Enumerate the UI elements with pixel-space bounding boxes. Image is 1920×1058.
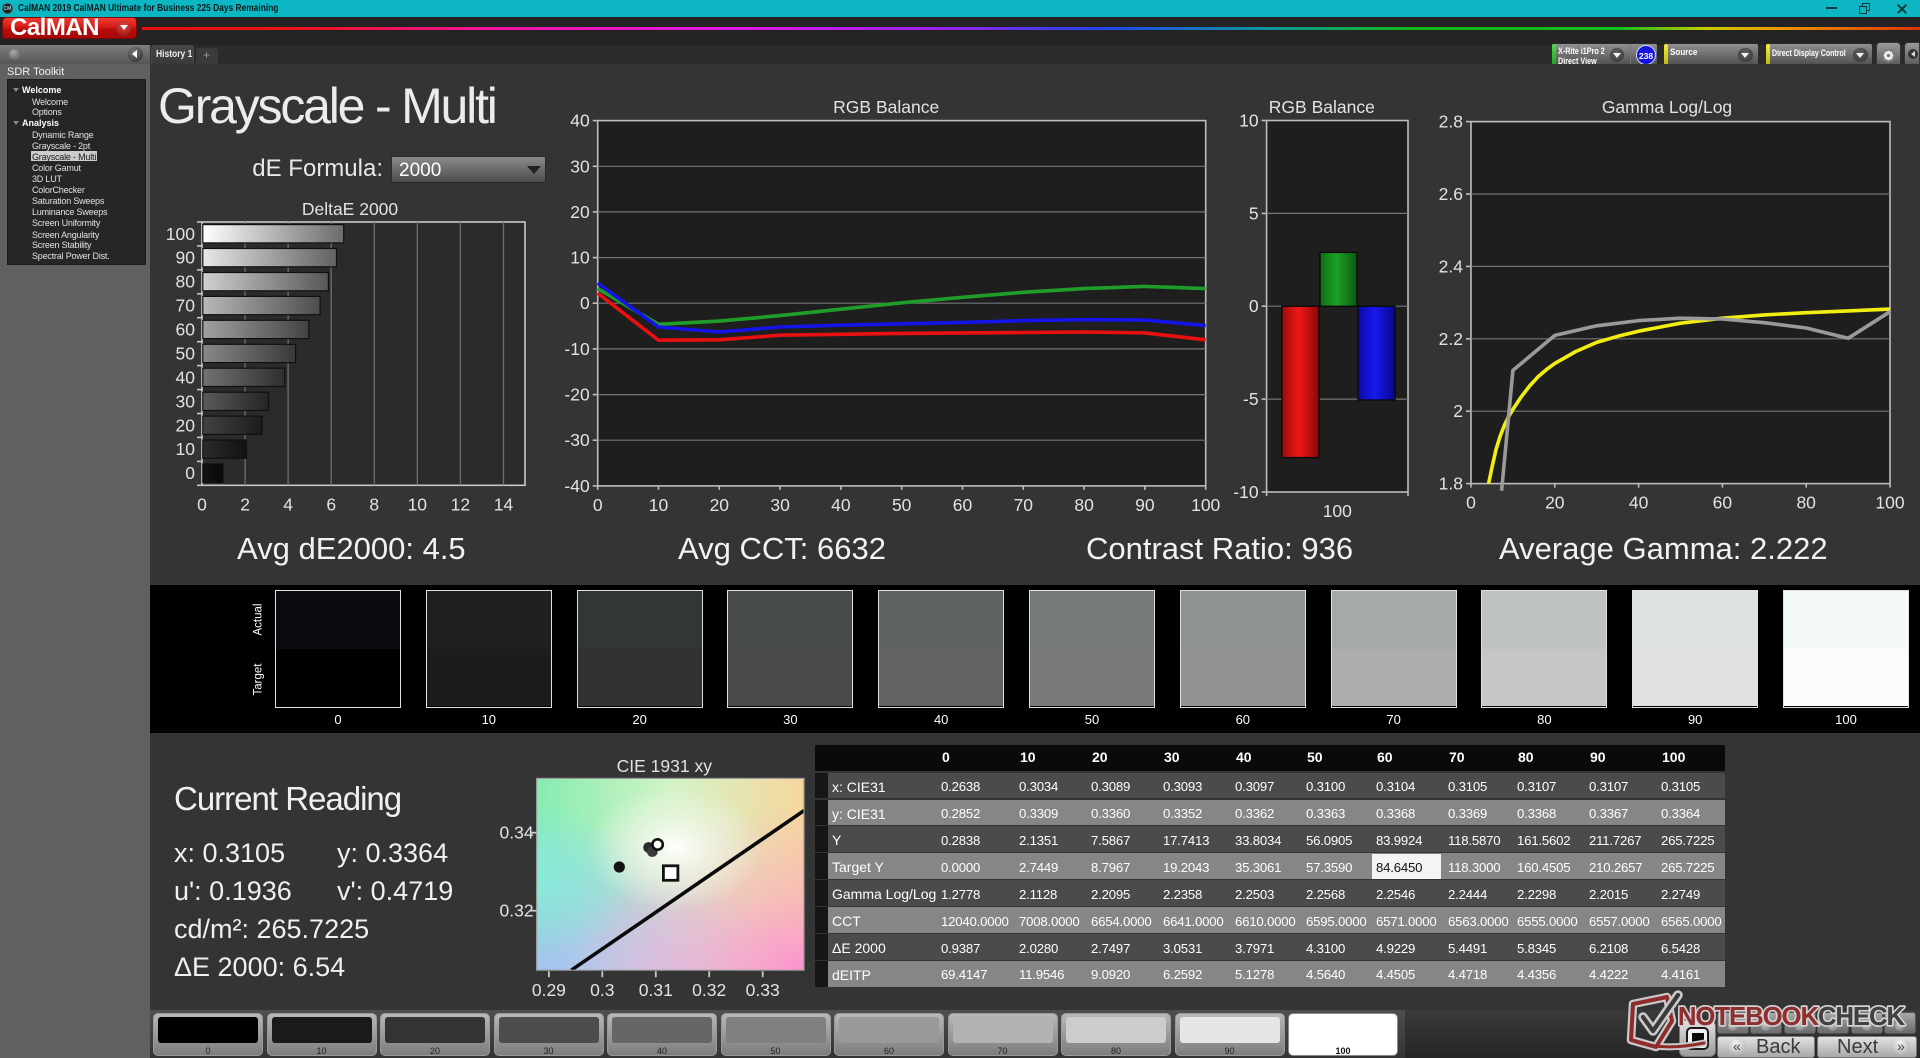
svg-text:10: 10 xyxy=(176,439,196,459)
svg-text:-5: -5 xyxy=(1243,389,1259,409)
svg-text:-30: -30 xyxy=(564,430,590,450)
svg-text:2: 2 xyxy=(240,494,250,514)
svg-text:0.32: 0.32 xyxy=(692,980,726,1000)
svg-text:0: 0 xyxy=(593,495,603,515)
svg-text:60: 60 xyxy=(176,320,196,340)
svg-text:100: 100 xyxy=(1323,501,1352,520)
svg-text:0.29: 0.29 xyxy=(532,980,566,1000)
svg-text:4: 4 xyxy=(283,494,293,514)
svg-text:10: 10 xyxy=(649,495,669,515)
svg-text:12: 12 xyxy=(451,494,470,514)
svg-text:-40: -40 xyxy=(564,476,590,496)
svg-text:1.8: 1.8 xyxy=(1439,474,1463,494)
svg-text:80: 80 xyxy=(1074,495,1094,515)
svg-text:-10: -10 xyxy=(1233,482,1259,502)
svg-text:100: 100 xyxy=(166,224,195,244)
svg-text:5: 5 xyxy=(1249,203,1259,223)
svg-text:RGB Balance: RGB Balance xyxy=(833,97,939,117)
svg-text:30: 30 xyxy=(570,156,590,176)
svg-text:20: 20 xyxy=(176,415,196,435)
svg-text:20: 20 xyxy=(1545,493,1565,513)
svg-text:10: 10 xyxy=(570,248,590,268)
svg-text:20: 20 xyxy=(710,495,730,515)
svg-text:2: 2 xyxy=(1453,401,1463,421)
svg-text:2.2: 2.2 xyxy=(1439,329,1463,349)
svg-text:8: 8 xyxy=(369,494,379,514)
svg-text:NOTEBOOK: NOTEBOOK xyxy=(1678,1003,1820,1031)
svg-text:0.32: 0.32 xyxy=(500,901,534,921)
svg-text:Gamma Log/Log: Gamma Log/Log xyxy=(1602,97,1732,117)
svg-text:2.8: 2.8 xyxy=(1439,112,1463,132)
svg-text:-20: -20 xyxy=(564,385,590,405)
svg-text:2.4: 2.4 xyxy=(1439,256,1464,276)
svg-text:0.33: 0.33 xyxy=(746,980,780,1000)
svg-text:100: 100 xyxy=(1875,493,1904,513)
svg-text:0: 0 xyxy=(185,463,195,483)
svg-text:0.31: 0.31 xyxy=(639,980,673,1000)
svg-text:40: 40 xyxy=(570,111,590,131)
svg-text:50: 50 xyxy=(892,495,912,515)
svg-text:10: 10 xyxy=(408,494,428,514)
svg-text:50: 50 xyxy=(176,343,196,363)
svg-text:60: 60 xyxy=(1713,493,1733,513)
svg-text:0: 0 xyxy=(1466,493,1476,513)
svg-text:80: 80 xyxy=(176,272,196,292)
svg-text:DeltaE 2000: DeltaE 2000 xyxy=(302,199,399,219)
svg-text:90: 90 xyxy=(176,248,196,268)
svg-text:0: 0 xyxy=(197,494,207,514)
svg-text:-10: -10 xyxy=(564,339,590,359)
svg-text:80: 80 xyxy=(1796,493,1816,513)
svg-text:30: 30 xyxy=(176,391,196,411)
svg-text:90: 90 xyxy=(1135,495,1155,515)
svg-text:0: 0 xyxy=(1249,296,1259,316)
svg-text:6: 6 xyxy=(326,494,336,514)
svg-text:70: 70 xyxy=(1014,495,1034,515)
svg-text:0.34: 0.34 xyxy=(500,823,534,843)
svg-text:60: 60 xyxy=(953,495,973,515)
svg-text:100: 100 xyxy=(1191,495,1220,515)
svg-text:10: 10 xyxy=(1239,111,1259,131)
svg-text:30: 30 xyxy=(770,495,790,515)
svg-text:40: 40 xyxy=(1629,493,1649,513)
svg-text:CIE 1931 xy: CIE 1931 xy xyxy=(617,756,713,776)
svg-text:20: 20 xyxy=(570,202,590,222)
svg-text:RGB Balance: RGB Balance xyxy=(1269,97,1375,117)
svg-text:CHECK: CHECK xyxy=(1818,1003,1906,1031)
svg-text:2.6: 2.6 xyxy=(1439,184,1463,204)
svg-text:0.3: 0.3 xyxy=(590,980,614,1000)
svg-text:0: 0 xyxy=(580,293,590,313)
svg-text:40: 40 xyxy=(176,367,196,387)
svg-text:14: 14 xyxy=(494,494,514,514)
svg-text:40: 40 xyxy=(831,495,851,515)
svg-text:70: 70 xyxy=(176,296,196,316)
